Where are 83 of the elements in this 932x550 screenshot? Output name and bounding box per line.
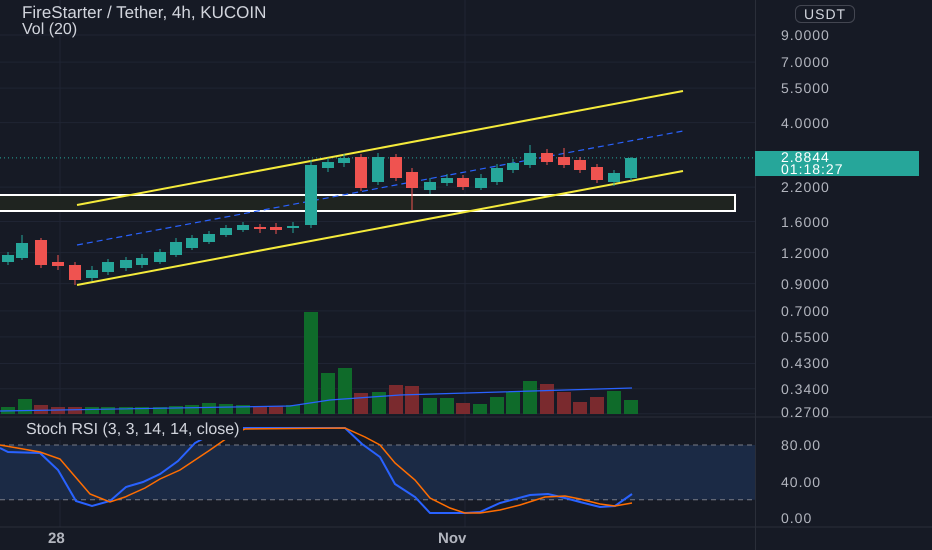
volume-bar bbox=[405, 386, 419, 414]
candle bbox=[69, 262, 81, 286]
price-axis-label: 1.2000 bbox=[781, 244, 830, 261]
candle bbox=[305, 160, 317, 228]
candle bbox=[574, 156, 586, 174]
candle bbox=[136, 254, 148, 268]
volume-bar bbox=[18, 399, 32, 414]
volume-bar bbox=[202, 403, 216, 414]
candle bbox=[390, 154, 402, 182]
volume-bar bbox=[473, 404, 487, 414]
price-axis-label: 0.9000 bbox=[781, 276, 830, 292]
candle bbox=[203, 230, 215, 244]
candle bbox=[625, 156, 637, 182]
volume-bar bbox=[372, 392, 386, 414]
volume-bar bbox=[423, 398, 437, 414]
price-axis-label: 0.5500 bbox=[781, 328, 830, 345]
candle bbox=[406, 168, 418, 210]
candle bbox=[507, 158, 519, 174]
price-axis-label: 0.3400 bbox=[781, 380, 830, 397]
volume-bar bbox=[219, 404, 233, 414]
candle bbox=[170, 238, 182, 258]
volume-bar bbox=[506, 392, 520, 414]
candle bbox=[254, 224, 266, 234]
candle bbox=[441, 174, 453, 186]
stoch-axis-label: 80.00 bbox=[781, 437, 822, 453]
candle bbox=[186, 234, 198, 250]
time-axis-label: Nov bbox=[438, 531, 466, 547]
price-axis-label: 7.0000 bbox=[781, 54, 830, 70]
candle bbox=[287, 222, 299, 234]
volume-bar bbox=[607, 391, 621, 414]
candle bbox=[52, 254, 64, 270]
candle bbox=[355, 154, 367, 192]
chart-title: FireStarter / Tether, 4h, KUCOIN bbox=[22, 3, 266, 22]
candle bbox=[16, 234, 28, 260]
currency-badge[interactable]: USDT bbox=[795, 5, 856, 23]
candle bbox=[154, 248, 166, 264]
price-axis-label: 9.0000 bbox=[781, 26, 830, 43]
candle bbox=[237, 222, 249, 232]
price-axis-label: 4.0000 bbox=[781, 114, 830, 131]
candle bbox=[372, 152, 384, 186]
volume-bar bbox=[389, 385, 403, 414]
volume-bar bbox=[321, 373, 335, 414]
volume-bar bbox=[590, 397, 604, 414]
candle bbox=[608, 170, 620, 186]
volume-bar bbox=[540, 384, 554, 414]
candle bbox=[457, 174, 469, 190]
candle bbox=[558, 148, 570, 168]
candle bbox=[591, 164, 603, 184]
candle bbox=[322, 158, 334, 172]
candle bbox=[475, 174, 487, 190]
volume-bar bbox=[557, 392, 571, 414]
candle bbox=[2, 252, 14, 266]
volume-bar bbox=[440, 398, 454, 414]
price-axis-label: 0.7000 bbox=[781, 302, 830, 319]
volume-legend: Vol (20) bbox=[22, 20, 78, 40]
candle bbox=[220, 224, 232, 238]
price-axis-label: 5.5000 bbox=[781, 80, 830, 96]
price-axis-label: 1.6000 bbox=[781, 214, 830, 230]
price-axis-label: 2.2000 bbox=[781, 179, 830, 196]
volume-bar bbox=[456, 403, 470, 414]
volume-bar bbox=[523, 381, 537, 414]
candle bbox=[424, 178, 436, 194]
candle bbox=[35, 238, 47, 268]
candle bbox=[491, 164, 503, 186]
stoch-axis-label: 40.00 bbox=[781, 474, 822, 490]
volume-bar bbox=[624, 400, 638, 414]
volume-bar bbox=[354, 393, 368, 414]
volume-bar bbox=[338, 368, 352, 414]
volume-bar bbox=[573, 402, 587, 414]
candle bbox=[524, 144, 536, 168]
stoch-axis-label: 0.00 bbox=[781, 510, 812, 526]
candle bbox=[541, 148, 553, 166]
candle bbox=[86, 266, 98, 282]
volume-bar bbox=[490, 397, 504, 414]
candle bbox=[338, 154, 350, 168]
candle bbox=[120, 256, 132, 272]
candle bbox=[270, 222, 282, 234]
price-axis-label: 0.2700 bbox=[781, 404, 830, 420]
price-axis-label: 0.4300 bbox=[781, 355, 830, 372]
countdown-timer: 01:18:27 bbox=[781, 163, 844, 176]
last-price-value: 2.8844 bbox=[781, 151, 830, 164]
time-axis-label: 28 bbox=[48, 531, 65, 547]
candle bbox=[102, 258, 114, 276]
